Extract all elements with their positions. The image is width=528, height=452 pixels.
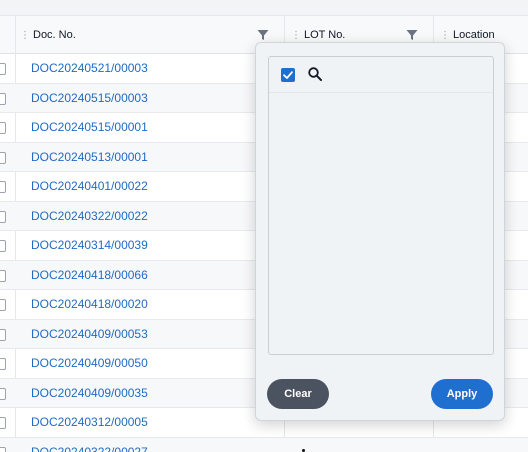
drag-handle-icon[interactable]: ⋮ bbox=[291, 30, 301, 41]
doc-no-link[interactable]: DOC20240515/00003 bbox=[31, 84, 148, 113]
column-header-label: LOT No. bbox=[304, 29, 346, 41]
table-row[interactable]: DOC20240322/00027 bbox=[0, 437, 528, 452]
doc-no-link[interactable]: DOC20240314/00039 bbox=[31, 231, 148, 260]
doc-no-link[interactable]: DOC20240409/00050 bbox=[31, 349, 148, 378]
filter-icon[interactable] bbox=[406, 29, 418, 41]
row-checkbox[interactable] bbox=[0, 299, 6, 311]
doc-no-link[interactable]: DOC20240521/00003 bbox=[31, 54, 148, 83]
row-checkbox[interactable] bbox=[0, 269, 6, 282]
apply-button[interactable]: Apply bbox=[431, 379, 493, 409]
check-icon bbox=[283, 71, 293, 79]
doc-no-link[interactable]: DOC20240312/00005 bbox=[31, 408, 148, 437]
row-checkbox[interactable] bbox=[0, 328, 6, 341]
row-checkbox[interactable] bbox=[0, 417, 6, 429]
doc-no-link[interactable]: DOC20240513/00001 bbox=[31, 143, 148, 172]
filter-search-input[interactable] bbox=[329, 65, 479, 85]
row-checkbox[interactable] bbox=[0, 63, 6, 75]
column-header-label: Doc. No. bbox=[33, 29, 76, 41]
row-checkbox[interactable] bbox=[0, 92, 6, 105]
column-header-label: Location bbox=[453, 29, 495, 41]
grid-top-strip bbox=[0, 0, 528, 16]
row-checkbox[interactable] bbox=[0, 358, 6, 370]
row-checkbox[interactable] bbox=[0, 240, 6, 252]
doc-no-link[interactable]: DOC20240409/00053 bbox=[31, 320, 148, 349]
doc-no-link[interactable]: DOC20240401/00022 bbox=[31, 172, 148, 201]
doc-no-link[interactable]: DOC20240418/00020 bbox=[31, 290, 148, 319]
doc-no-link[interactable]: DOC20240322/00027 bbox=[31, 438, 148, 452]
column-filter-popover: Clear Apply bbox=[255, 42, 505, 421]
filter-values-panel bbox=[268, 56, 494, 355]
row-checkbox[interactable] bbox=[0, 210, 6, 223]
drag-handle-icon[interactable]: ⋮ bbox=[20, 30, 30, 41]
filter-search-row bbox=[269, 57, 493, 93]
row-checkbox[interactable] bbox=[0, 387, 6, 400]
doc-no-link[interactable]: DOC20240409/00035 bbox=[31, 379, 148, 408]
row-checkbox[interactable] bbox=[0, 151, 6, 164]
doc-no-link[interactable]: DOC20240418/00066 bbox=[31, 261, 148, 290]
row-checkbox[interactable] bbox=[0, 181, 6, 193]
clear-button[interactable]: Clear bbox=[267, 379, 329, 409]
doc-no-link[interactable]: DOC20240515/00001 bbox=[31, 113, 148, 142]
drag-handle-icon[interactable]: ⋮ bbox=[440, 30, 450, 41]
row-checkbox[interactable] bbox=[0, 122, 6, 134]
filter-icon[interactable] bbox=[257, 29, 269, 41]
select-all-checkbox[interactable] bbox=[281, 68, 295, 82]
search-icon bbox=[308, 67, 322, 81]
doc-no-link[interactable]: DOC20240322/00022 bbox=[31, 202, 148, 231]
column-header-doc-no[interactable]: ⋮ Doc. No. bbox=[20, 16, 282, 54]
row-checkbox[interactable] bbox=[0, 446, 6, 452]
